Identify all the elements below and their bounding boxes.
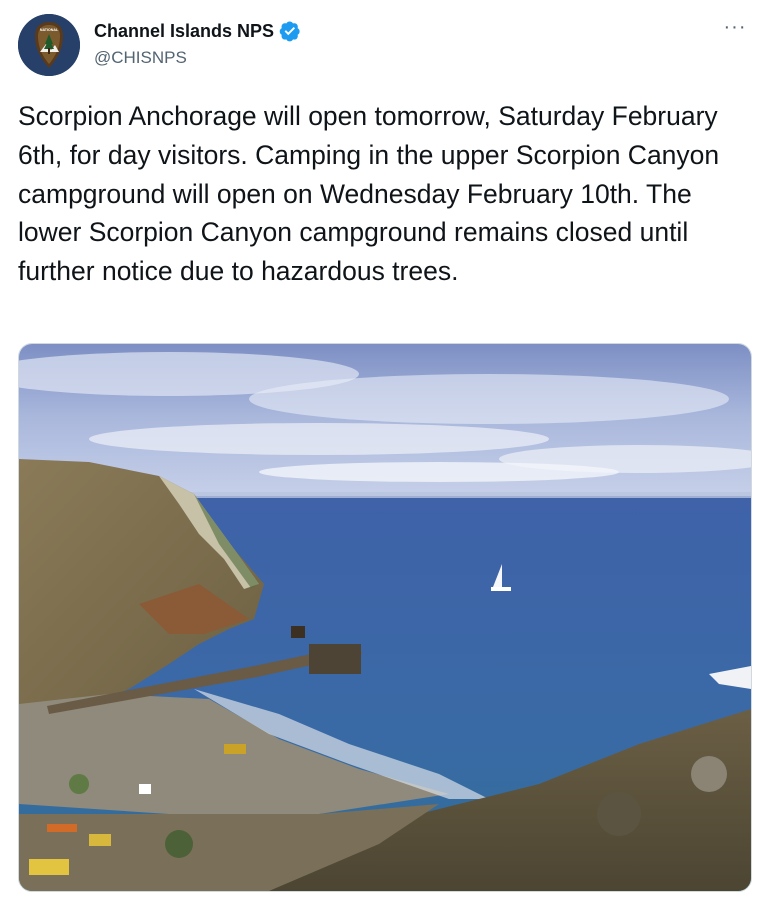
coastal-photo-icon [19, 344, 751, 891]
more-options-icon[interactable]: ··· [720, 12, 750, 42]
author-handle[interactable]: @CHISNPS [94, 48, 187, 68]
tweet-photo[interactable] [18, 343, 752, 892]
verified-badge-icon [279, 21, 300, 42]
tweet-card: NATIONAL Channel Islands NPS @CHISNPS ··… [0, 0, 770, 908]
author-row: Channel Islands NPS [94, 20, 301, 42]
nps-arrowhead-logo-icon: NATIONAL [18, 14, 80, 76]
avatar[interactable]: NATIONAL [18, 14, 80, 76]
avatar-logo-text: NATIONAL [40, 28, 59, 32]
tweet-text: Scorpion Anchorage will open tomorrow, S… [18, 101, 720, 287]
author-name[interactable]: Channel Islands NPS [94, 21, 274, 42]
